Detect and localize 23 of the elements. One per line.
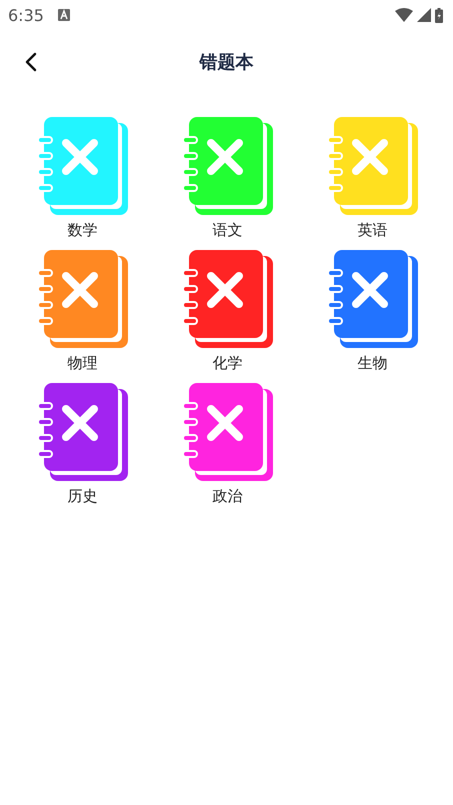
notebook-icon: [328, 117, 418, 215]
notebook-icon: [182, 383, 272, 481]
subject-item[interactable]: 化学: [155, 250, 300, 373]
page-title: 错题本: [200, 52, 254, 73]
notification-icon: [58, 9, 70, 21]
battery-icon: [435, 8, 443, 22]
notebook-icon: [182, 250, 272, 348]
subject-item[interactable]: 物理: [10, 250, 155, 373]
notebook-icon: [328, 250, 418, 348]
wifi-icon: [395, 8, 413, 22]
subject-item[interactable]: 语文: [155, 117, 300, 240]
subject-item[interactable]: 生物: [300, 250, 445, 373]
subject-item[interactable]: 英语: [300, 117, 445, 240]
subject-item[interactable]: 政治: [155, 383, 300, 506]
notebook-icon: [38, 250, 128, 348]
notebook-icon: [182, 117, 272, 215]
subject-item[interactable]: 历史: [10, 383, 155, 506]
notebook-icon: [38, 117, 128, 215]
signal-icon: [417, 8, 431, 22]
back-icon: [25, 52, 37, 72]
status-time: 6:35: [8, 6, 44, 24]
subject-item[interactable]: 数学: [10, 117, 155, 240]
notebook-icon: [38, 383, 128, 481]
